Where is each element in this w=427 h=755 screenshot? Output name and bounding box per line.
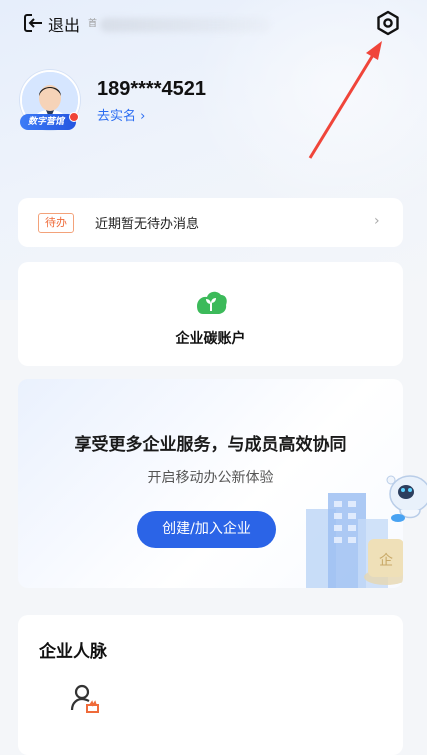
building-glyph: 企 [379, 552, 393, 569]
home-label: 首 [88, 19, 98, 29]
sprout-icon [197, 291, 227, 314]
create-join-enterprise-button[interactable]: 创建/加入企业 [137, 511, 276, 548]
carbon-account-label: 企业碳账户 [175, 331, 246, 347]
network-title: 企业人脉 [39, 642, 107, 662]
logout-button[interactable]: 退出 [48, 12, 80, 36]
todo-card[interactable]: 待办 近期暂无待办消息 › [18, 198, 403, 247]
todo-tag: 待办 [38, 213, 74, 233]
enterprise-promo-card: 享受更多企业服务，与成员高效协同 开启移动办公新体验 创建/加入企业 企 [18, 379, 403, 588]
enterprise-network-card: 企业人脉 [18, 615, 403, 755]
verify-identity-link[interactable]: 去实名 › [97, 105, 145, 124]
promo-title: 享受更多企业服务，与成员高效协同 [74, 435, 347, 455]
avatar-badge: 数字营馆 [20, 114, 76, 130]
carbon-account-card[interactable]: 企业碳账户 [18, 262, 403, 366]
logout-icon[interactable] [24, 14, 44, 32]
notification-dot [69, 112, 79, 122]
robot-mascot[interactable] [386, 470, 427, 532]
top-bar: 退出 首 [0, 0, 427, 46]
phone-number: 189****4521 [97, 78, 206, 100]
contacts-icon[interactable] [70, 683, 100, 713]
chevron-right-icon: › [374, 213, 380, 229]
settings-icon[interactable] [374, 9, 402, 37]
blurred-text [100, 18, 270, 32]
todo-message: 近期暂无待办消息 [95, 217, 200, 232]
